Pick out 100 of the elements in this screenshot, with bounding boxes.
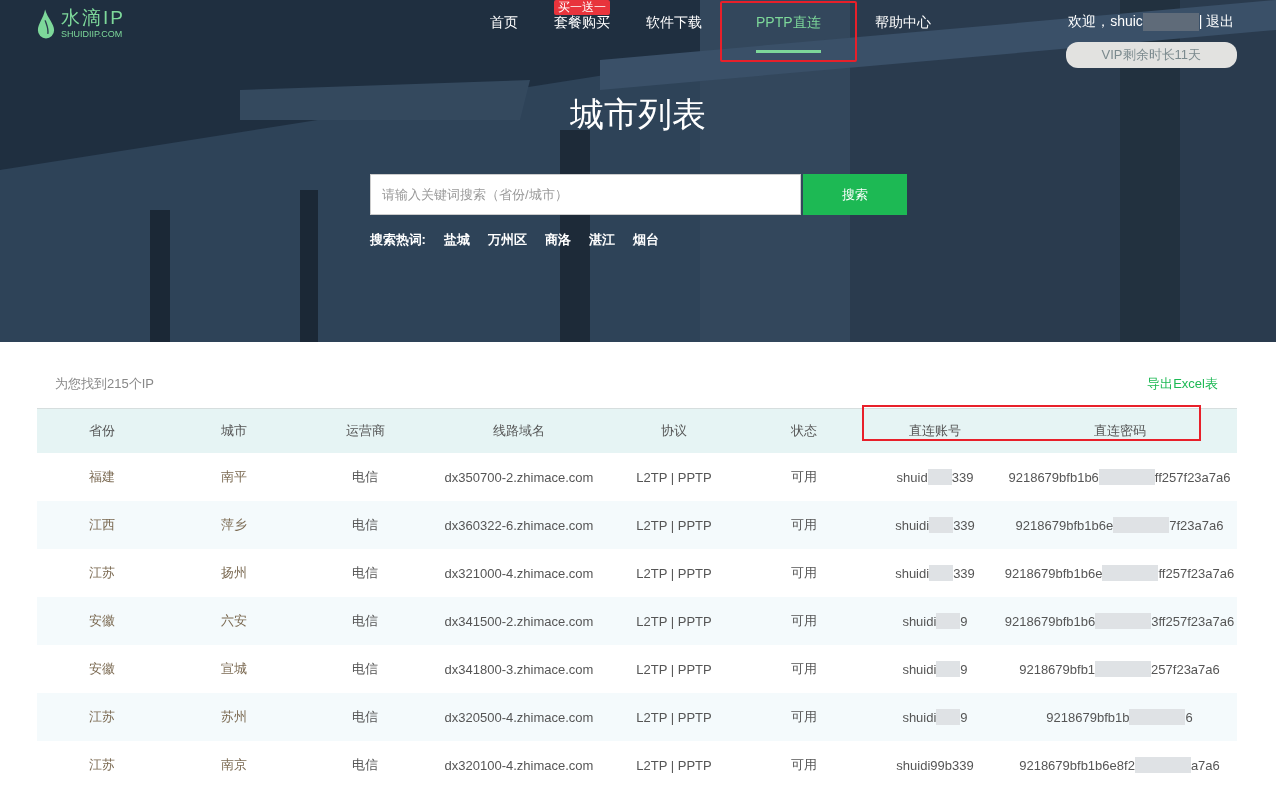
cell-text: 9218679bfb1: [1019, 661, 1096, 677]
cell-text: shuidi: [895, 565, 930, 581]
cell-text: 339: [953, 565, 975, 581]
column-header: 直连密码: [1092, 422, 1147, 440]
cell-text: 7f23a7a6: [1169, 517, 1224, 533]
table-cell-text: 电信: [351, 516, 379, 534]
table-cell-text: 福建: [88, 468, 116, 486]
blur-patch: [1134, 757, 1191, 773]
nav-tab[interactable]: 帮助中心: [874, 12, 931, 53]
column-header: 运营商: [344, 422, 386, 440]
cell-text: 9: [960, 613, 968, 629]
table-cell-text: L2TP | PPTP: [635, 660, 713, 679]
blur-patch: [1113, 517, 1170, 533]
cell-text: shuidi: [895, 517, 930, 533]
table-cell-text: L2TP | PPTP: [635, 756, 713, 775]
cell-text: ff257f23a7a6: [1158, 565, 1235, 581]
hot-word-link[interactable]: 盐城: [443, 231, 470, 249]
cell-text: 9218679bfb1b: [1046, 709, 1130, 725]
cell-text: 9: [960, 709, 968, 725]
table-cell-text: dx320100-4.zhimace.com: [443, 756, 595, 775]
vip-tooltip: VIP剩余时长11天: [1065, 42, 1237, 68]
cell-text: 339: [953, 517, 975, 533]
hot-word-link[interactable]: 烟台: [632, 231, 659, 249]
blur-patch: [1095, 661, 1152, 677]
table-cell-text: 南平: [219, 468, 248, 486]
logout-link[interactable]: | 退出: [1198, 13, 1235, 31]
column-header: 城市: [219, 422, 248, 440]
water-drop-icon: [37, 8, 55, 39]
table-cell-text: 可用: [790, 756, 818, 774]
cell-text: 6: [1185, 709, 1193, 725]
cell-text: 3ff257f23a7a6: [1151, 613, 1235, 629]
blur-patch: [1098, 469, 1155, 485]
table-cell-text: 电信: [351, 612, 379, 630]
cell-text: 9218679bfb1b6e8f2: [1019, 757, 1135, 773]
table-cell-text: 可用: [790, 612, 818, 630]
table-cell-text: 扬州: [219, 564, 248, 582]
table-cell-text: 江西: [88, 516, 116, 534]
blur-patch: [929, 565, 954, 581]
table-cell-text: 江苏: [88, 564, 116, 582]
nav-tab[interactable]: 套餐购买: [554, 12, 610, 53]
table-cell-text: 电信: [351, 660, 379, 678]
table-cell-text: L2TP | PPTP: [635, 708, 713, 727]
cell-text: shuidi: [902, 709, 937, 725]
table-cell-text: L2TP | PPTP: [635, 612, 713, 631]
cell-text: 257f23a7a6: [1151, 661, 1220, 677]
nav-tab[interactable]: PPTP直连: [756, 12, 821, 53]
hot-word-link[interactable]: 商洛: [544, 231, 571, 249]
table-cell-text: dx341800-3.zhimace.com: [443, 660, 595, 679]
search-field[interactable]: 请输入关键词搜索（省份/城市）: [370, 174, 801, 215]
table-cell-text: dx321000-4.zhimace.com: [443, 564, 595, 583]
cell-text: 9: [960, 661, 968, 677]
hot-words-label: 搜索热词:: [369, 231, 426, 249]
nav-tab[interactable]: 软件下载: [646, 12, 702, 53]
blur-patch: [929, 517, 954, 533]
column-header: 直连账号: [908, 422, 962, 440]
blur-patch: [1129, 709, 1186, 725]
promo-badge: 买一送一: [554, 0, 610, 15]
table-cell-text: 萍乡: [219, 516, 248, 534]
blur-patch: [927, 469, 952, 485]
column-header: 线路域名: [492, 422, 546, 440]
blur-patch: [936, 613, 961, 629]
hot-word-link[interactable]: 万州区: [487, 231, 527, 249]
welcome-text: 欢迎，shuic: [1068, 13, 1143, 31]
cell-text: shuidi99b339: [896, 757, 974, 773]
table-cell-text: 安徽: [88, 660, 116, 678]
blur-patch: [936, 709, 961, 725]
nav-tab[interactable]: 首页: [490, 12, 518, 53]
table-cell-text: L2TP | PPTP: [635, 516, 713, 535]
blur-patch: [936, 661, 961, 677]
table-cell-text: 电信: [351, 468, 379, 486]
table-cell-text: 南京: [219, 756, 248, 774]
cell-text: 339: [951, 469, 974, 485]
cell-text: ff257f23a7a6: [1154, 469, 1231, 485]
table-cell-text: 安徽: [88, 612, 116, 630]
cell-text: 9218679bfb1b6e: [1004, 565, 1103, 581]
column-header: 省份: [88, 422, 116, 440]
result-count: 为您找到215个IP: [55, 375, 154, 393]
table-cell-text: dx341500-2.zhimace.com: [443, 612, 595, 631]
table-cell-text: 六安: [219, 612, 248, 630]
cell-text: shuid: [896, 469, 928, 485]
logo-name: 水滴IP: [61, 7, 125, 29]
table-cell-text: L2TP | PPTP: [635, 564, 713, 583]
column-header: 协议: [660, 422, 688, 440]
table-cell-text: 电信: [351, 708, 379, 726]
table-cell-text: 可用: [790, 708, 818, 726]
table-cell-text: dx360322-6.zhimace.com: [443, 516, 595, 535]
table-cell-text: dx320500-4.zhimace.com: [443, 708, 595, 727]
hot-word-link[interactable]: 湛江: [588, 231, 615, 249]
table-cell-text: 可用: [790, 660, 818, 678]
blur-patch: [1102, 565, 1159, 581]
table-cell-text: 电信: [351, 564, 379, 582]
table-cell-text: 可用: [790, 516, 818, 534]
table-cell-text: 宣城: [219, 660, 248, 678]
cell-text: 9218679bfb1b6e: [1015, 517, 1114, 533]
blur-patch: [1142, 13, 1199, 31]
logo-domain: SHUIDIIP.COM: [61, 29, 124, 40]
cell-text: shuidi: [902, 661, 937, 677]
cell-text: 9218679bfb1b6: [1004, 613, 1096, 629]
page-title: 城市列表: [570, 94, 706, 135]
blur-patch: [1095, 613, 1152, 629]
